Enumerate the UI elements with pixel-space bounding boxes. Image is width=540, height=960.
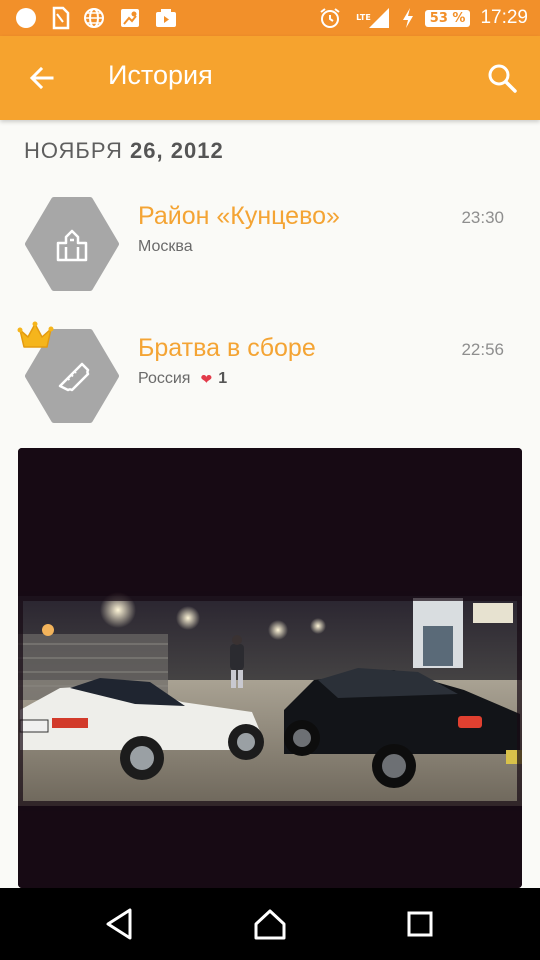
page-title: История [108,60,213,90]
checkin-time: 22:56 [461,340,504,359]
status-bar: LTE 53 % 17:29 [0,0,540,36]
charging-icon [402,8,413,28]
sim-icon [52,6,70,30]
like-count: 1 [218,370,228,387]
app-bar: История [0,36,540,120]
signal-group: LTE [352,6,391,30]
status-bar-notifications [14,6,178,30]
place-name[interactable]: Район «Кунцево» [138,202,340,231]
list-item[interactable]: Братва в сборе Россия ❤ 1 22:56 [0,321,540,438]
date-day-year: 26, 2012 [130,138,224,163]
network-type: LTE [356,13,371,22]
buildings-icon [25,197,119,291]
photo-icon [156,9,176,27]
heart-icon: ❤ [200,370,213,387]
status-bar-system: LTE 53 % 17:29 [318,6,528,30]
globe-icon [84,8,104,28]
back-triangle-icon[interactable] [102,906,138,942]
clock: 17:29 [480,7,528,28]
place-location: Москва [138,238,193,256]
map-icon [121,9,139,27]
recent-apps-icon[interactable] [402,906,438,942]
place-name[interactable]: Братва в сборе [138,334,316,363]
date-month: НОЯБРЯ [24,138,123,163]
place-country: Россия [138,370,191,387]
post-photo[interactable] [18,448,522,888]
alarm-icon [320,8,340,28]
checkin-time: 23:30 [461,208,504,227]
search-icon[interactable] [484,60,520,96]
arrow-left-icon[interactable] [24,60,60,96]
place-location: Россия ❤ 1 [138,370,227,388]
date-header: НОЯБРЯ 26, 2012 [24,138,224,164]
home-icon[interactable] [252,906,288,942]
photo-image [18,448,522,888]
list-item[interactable]: Район «Кунцево» Москва 23:30 [0,196,540,306]
dot-icon [16,8,36,28]
battery-indicator: 53 % [424,9,471,27]
navigation-bar [0,888,540,960]
crown-icon [17,321,54,348]
place-city: Москва [138,238,193,255]
